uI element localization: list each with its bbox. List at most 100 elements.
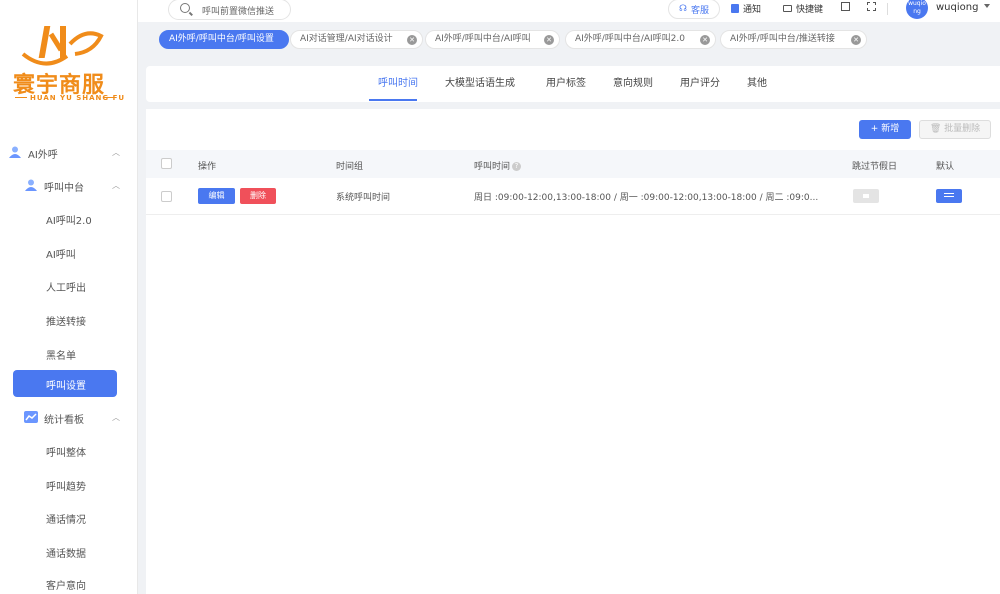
- nav-group-stats[interactable]: 统计看板 ︿: [0, 402, 138, 432]
- notification-label: 通知: [743, 5, 762, 15]
- add-button[interactable]: + 新增: [859, 120, 911, 139]
- nav-group-ai-outbound[interactable]: AI外呼 ︿: [0, 137, 138, 167]
- settings-tabs: 呼叫时间 大模型话语生成 用户标签 意向规则 用户评分 其他: [146, 66, 1000, 102]
- sidebar-item-label: AI呼叫: [46, 250, 76, 261]
- nav-group-label: 呼叫中台: [44, 183, 84, 194]
- fullscreen-icon: [867, 2, 876, 11]
- tag-call-settings[interactable]: AI外呼/呼叫中台/呼叫设置: [159, 30, 289, 49]
- search-icon: [180, 3, 190, 13]
- column-header-time-group: 时间组: [336, 162, 364, 172]
- fullscreen-button[interactable]: [867, 2, 876, 11]
- screenshot-icon: [841, 2, 850, 11]
- column-header-default: 默认: [936, 162, 955, 172]
- tag-label: AI外呼/呼叫中台/AI呼叫: [435, 34, 531, 44]
- call-time-cell: 周日 :09:00-12:00,13:00-18:00 / 周一 :09:00-…: [474, 193, 819, 203]
- sidebar-item-label: 通话数据: [46, 549, 86, 560]
- brand-mark-icon: [21, 26, 104, 66]
- brand-logo: 寰宇商服 HUAN YU SHANG FU: [10, 22, 124, 112]
- table-header: 操作 时间组 呼叫时间? 跳过节假日 默认: [146, 150, 1000, 178]
- headset-icon: ☊: [678, 4, 687, 14]
- nav-group-label: AI外呼: [28, 150, 58, 161]
- sidebar-item-blacklist[interactable]: 黑名单: [0, 340, 138, 366]
- customer-service-button[interactable]: ☊ 客服: [668, 0, 720, 19]
- sidebar-item-call-settings[interactable]: 呼叫设置: [13, 370, 117, 397]
- brand-rule-right: [103, 97, 115, 98]
- tab-intent-rules[interactable]: 意向规则: [613, 66, 653, 102]
- chevron-up-icon: ︿: [112, 148, 120, 157]
- tab-user-score[interactable]: 用户评分: [680, 66, 720, 102]
- sidebar-item-call-status[interactable]: 通话情况: [0, 504, 138, 530]
- tag-label: AI外呼/呼叫中台/AI呼叫2.0: [575, 34, 685, 44]
- user-icon: [25, 179, 37, 191]
- select-all-checkbox[interactable]: [161, 158, 172, 169]
- tab-llm-script[interactable]: 大模型话语生成: [445, 66, 515, 102]
- customer-service-label: 客服: [690, 5, 709, 16]
- sidebar-item-label: 推送转接: [46, 317, 86, 328]
- close-icon[interactable]: ✕: [700, 35, 710, 45]
- notification-button[interactable]: 通知: [731, 2, 761, 15]
- sidebar-item-ai-call[interactable]: AI呼叫: [0, 239, 138, 265]
- header-divider: [887, 3, 888, 15]
- tag-label: AI外呼/呼叫中台/呼叫设置: [169, 34, 274, 44]
- column-header-skip-holiday: 跳过节假日: [852, 162, 898, 172]
- table-row: 编辑 删除 系统呼叫时间 周日 :09:00-12:00,13:00-18:00…: [146, 179, 1000, 215]
- sidebar-item-call-trend[interactable]: 呼叫趋势: [0, 471, 138, 497]
- brand-name-en: HUAN YU SHANG FU: [30, 94, 126, 102]
- screenshot-button[interactable]: [841, 2, 850, 11]
- bell-icon: [731, 4, 739, 13]
- close-icon[interactable]: ✕: [544, 35, 554, 45]
- brand-rule-left: [15, 97, 27, 98]
- sidebar-item-label: 客户意向: [46, 581, 86, 592]
- nav-group-call-center[interactable]: 呼叫中台 ︿: [0, 170, 138, 200]
- tag-ai-call[interactable]: AI外呼/呼叫中台/AI呼叫 ✕: [425, 30, 560, 49]
- skip-holiday-toggle[interactable]: [853, 189, 879, 203]
- sidebar-item-label: 呼叫趋势: [46, 482, 86, 493]
- delete-button[interactable]: 删除: [240, 188, 276, 204]
- sidebar-item-label: AI呼叫2.0: [46, 216, 92, 227]
- shortcut-button[interactable]: 快捷键: [783, 2, 823, 15]
- plus-icon: +: [870, 124, 882, 134]
- tab-user-tags[interactable]: 用户标签: [546, 66, 586, 102]
- chevron-up-icon: ︿: [112, 413, 120, 422]
- sidebar-item-customer-intent[interactable]: 客户意向: [0, 570, 138, 594]
- sidebar-item-label: 呼叫整体: [46, 448, 86, 459]
- chevron-up-icon: ︿: [112, 181, 120, 190]
- edit-button[interactable]: 编辑: [198, 188, 235, 204]
- caret-down-icon[interactable]: [984, 4, 990, 8]
- search-text: 呼叫前置微信推送: [202, 7, 275, 17]
- time-group-cell: 系统呼叫时间: [336, 193, 391, 203]
- trash-icon: 🗑: [929, 124, 945, 134]
- row-checkbox[interactable]: [161, 191, 172, 202]
- sidebar-item-label: 黑名单: [46, 351, 76, 362]
- user-icon: [9, 146, 21, 158]
- tab-call-time[interactable]: 呼叫时间: [378, 66, 418, 102]
- tag-push-transfer[interactable]: AI外呼/呼叫中台/推送转接 ✕: [720, 30, 867, 49]
- sidebar-item-ai-call-2[interactable]: AI呼叫2.0: [0, 205, 138, 231]
- default-toggle[interactable]: [936, 189, 962, 203]
- sidebar-item-label: 呼叫设置: [46, 381, 86, 392]
- sidebar-item-call-data[interactable]: 通话数据: [0, 538, 138, 564]
- close-icon[interactable]: ✕: [851, 35, 861, 45]
- tag-label: AI外呼/呼叫中台/推送转接: [730, 34, 835, 44]
- chart-icon: [24, 411, 38, 423]
- batch-delete-label: 批量删除: [944, 124, 981, 134]
- sidebar-item-manual-call[interactable]: 人工呼出: [0, 272, 138, 298]
- column-header-action: 操作: [198, 162, 217, 172]
- tag-ai-call-2[interactable]: AI外呼/呼叫中台/AI呼叫2.0 ✕: [565, 30, 716, 49]
- close-icon[interactable]: ✕: [407, 35, 417, 45]
- tag-ai-dialog-design[interactable]: AI对话管理/AI对话设计 ✕: [290, 30, 423, 49]
- search-input[interactable]: 呼叫前置微信推送: [168, 0, 291, 20]
- shortcut-label: 快捷键: [796, 5, 824, 15]
- tab-other[interactable]: 其他: [747, 66, 767, 102]
- sidebar-item-call-overall[interactable]: 呼叫整体: [0, 437, 138, 463]
- column-header-call-time: 呼叫时间?: [474, 159, 522, 172]
- avatar[interactable]: wuqio ng: [906, 0, 928, 19]
- username[interactable]: wuqiong: [936, 2, 978, 13]
- add-button-label: 新增: [881, 124, 900, 134]
- tag-label: AI对话管理/AI对话设计: [300, 34, 393, 44]
- top-header: 呼叫前置微信推送 ☊ 客服 通知 快捷键 wuqio ng wuqiong: [138, 0, 1000, 22]
- active-tab-indicator: [369, 99, 417, 101]
- question-icon[interactable]: ?: [512, 162, 522, 171]
- batch-delete-button: 🗑 批量删除: [919, 120, 991, 139]
- sidebar-item-push-transfer[interactable]: 推送转接: [0, 306, 138, 332]
